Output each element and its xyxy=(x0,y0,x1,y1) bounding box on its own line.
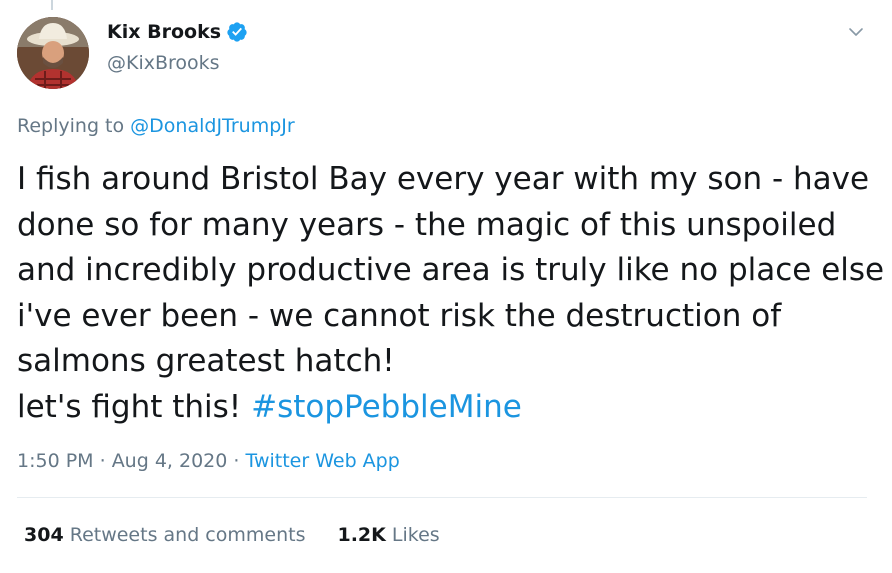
tweet-metadata: 1:50 PM · Aug 4, 2020 · Twitter Web App xyxy=(17,450,400,472)
tweet-text-line-prefix: let's fight this! xyxy=(17,388,242,425)
tweet-text-line: and incredibly productive area is truly … xyxy=(17,252,885,288)
retweets-count: 304 xyxy=(24,524,64,546)
user-handle[interactable]: @KixBrooks xyxy=(107,52,220,74)
avatar[interactable] xyxy=(17,17,89,89)
avatar-image xyxy=(17,17,89,89)
hashtag-link[interactable]: #stopPebbleMine xyxy=(251,389,522,425)
display-name[interactable]: Kix Brooks xyxy=(107,21,221,43)
likes-count: 1.2K xyxy=(337,524,386,546)
tweet-text: I fish around Bristol Bay every year wit… xyxy=(17,157,885,431)
tweet-text-line: done so for many years - the magic of th… xyxy=(17,206,837,243)
tweet-time[interactable]: 1:50 PM xyxy=(17,450,94,472)
tweet-date[interactable]: Aug 4, 2020 xyxy=(112,450,228,472)
thread-connector-line xyxy=(51,0,53,10)
tweet-text-line: i've ever been - we cannot risk the dest… xyxy=(17,297,782,334)
author-name-row: Kix Brooks xyxy=(107,21,248,43)
divider xyxy=(17,497,867,498)
tweet-text-last-line: let's fight this! #stopPebbleMine xyxy=(17,385,877,431)
tweet-text-line: salmons greatest hatch! xyxy=(17,343,395,379)
meta-separator: · xyxy=(93,450,112,472)
replying-to: Replying to @DonaldJTrumpJr xyxy=(17,115,295,137)
replying-to-label: Replying to xyxy=(17,115,125,137)
retweets-label: Retweets and comments xyxy=(69,524,306,546)
meta-separator: · xyxy=(227,450,246,472)
likes-stat[interactable]: 1.2K Likes xyxy=(337,524,439,546)
tweet-stats: 304 Retweets and comments 1.2K Likes xyxy=(24,524,440,546)
chevron-down-icon[interactable] xyxy=(846,22,866,42)
reply-mention-link[interactable]: @DonaldJTrumpJr xyxy=(130,115,295,137)
tweet-source-link[interactable]: Twitter Web App xyxy=(245,450,399,472)
retweets-stat[interactable]: 304 Retweets and comments xyxy=(24,524,305,546)
tweet-text-line: I fish around Bristol Bay every year wit… xyxy=(17,161,870,197)
likes-label: Likes xyxy=(391,524,440,546)
verified-badge-icon xyxy=(226,21,248,43)
